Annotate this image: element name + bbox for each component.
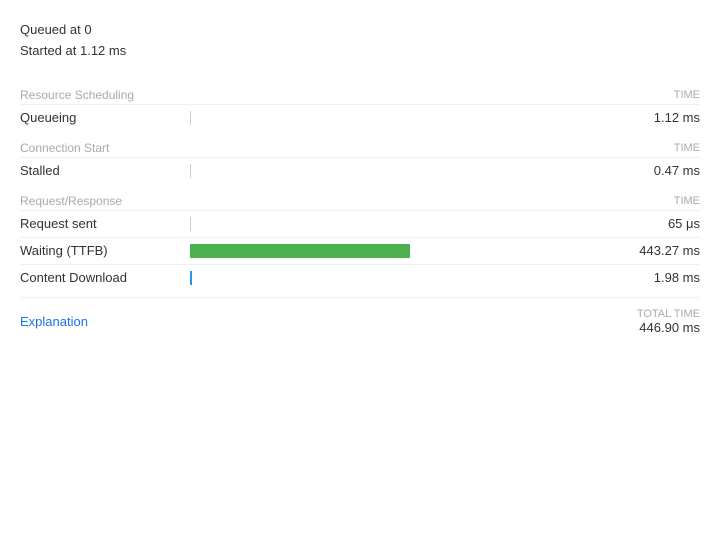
- request-response-label: Request/Response: [20, 194, 122, 208]
- content-download-bar-area: [180, 270, 600, 286]
- ttfb-bar-area: [180, 243, 600, 259]
- connection-start-label: Connection Start: [20, 141, 109, 155]
- queueing-bar-area: [180, 110, 600, 126]
- header-section: Queued at 0 Started at 1.12 ms: [20, 20, 700, 62]
- resource-scheduling-section: Resource Scheduling TIME Queueing 1.12 m…: [20, 82, 700, 131]
- content-download-bar: [190, 271, 192, 285]
- queued-line: Queued at 0: [20, 20, 700, 41]
- ttfb-time: 443.27 ms: [600, 243, 700, 258]
- connection-start-header: Connection Start TIME: [20, 135, 700, 157]
- content-download-row: Content Download 1.98 ms: [20, 264, 700, 291]
- request-response-header: Request/Response TIME: [20, 188, 700, 210]
- request-sent-tick: [190, 217, 191, 231]
- request-response-time-label: TIME: [674, 195, 700, 207]
- ttfb-row: Waiting (TTFB) 443.27 ms: [20, 237, 700, 264]
- resource-scheduling-label: Resource Scheduling: [20, 88, 134, 102]
- started-line: Started at 1.12 ms: [20, 41, 700, 62]
- queueing-label: Queueing: [20, 110, 180, 125]
- connection-start-section: Connection Start TIME Stalled 0.47 ms: [20, 135, 700, 184]
- content-download-time: 1.98 ms: [600, 270, 700, 285]
- stalled-bar-area: [180, 163, 600, 179]
- request-sent-time: 65 μs: [600, 216, 700, 231]
- connection-start-time-label: TIME: [674, 142, 700, 154]
- request-sent-label: Request sent: [20, 216, 180, 231]
- request-sent-bar-area: [180, 216, 600, 232]
- content-download-label: Content Download: [20, 270, 180, 285]
- total-time-label: TOTAL TIME: [637, 308, 700, 320]
- timing-panel: Queued at 0 Started at 1.12 ms Resource …: [0, 0, 720, 349]
- queueing-tick: [190, 111, 191, 125]
- resource-scheduling-time-label: TIME: [674, 89, 700, 101]
- ttfb-label: Waiting (TTFB): [20, 243, 180, 258]
- stalled-row: Stalled 0.47 ms: [20, 157, 700, 184]
- request-response-section: Request/Response TIME Request sent 65 μs…: [20, 188, 700, 291]
- total-time-value: 446.90 ms: [637, 320, 700, 335]
- footer: Explanation TOTAL TIME 446.90 ms: [20, 297, 700, 339]
- footer-right: TOTAL TIME 446.90 ms: [637, 308, 700, 335]
- request-sent-row: Request sent 65 μs: [20, 210, 700, 237]
- queueing-time: 1.12 ms: [600, 110, 700, 125]
- stalled-tick: [190, 164, 191, 178]
- resource-scheduling-header: Resource Scheduling TIME: [20, 82, 700, 104]
- explanation-link[interactable]: Explanation: [20, 314, 88, 329]
- stalled-label: Stalled: [20, 163, 180, 178]
- stalled-time: 0.47 ms: [600, 163, 700, 178]
- queueing-row: Queueing 1.12 ms: [20, 104, 700, 131]
- ttfb-bar: [190, 244, 410, 258]
